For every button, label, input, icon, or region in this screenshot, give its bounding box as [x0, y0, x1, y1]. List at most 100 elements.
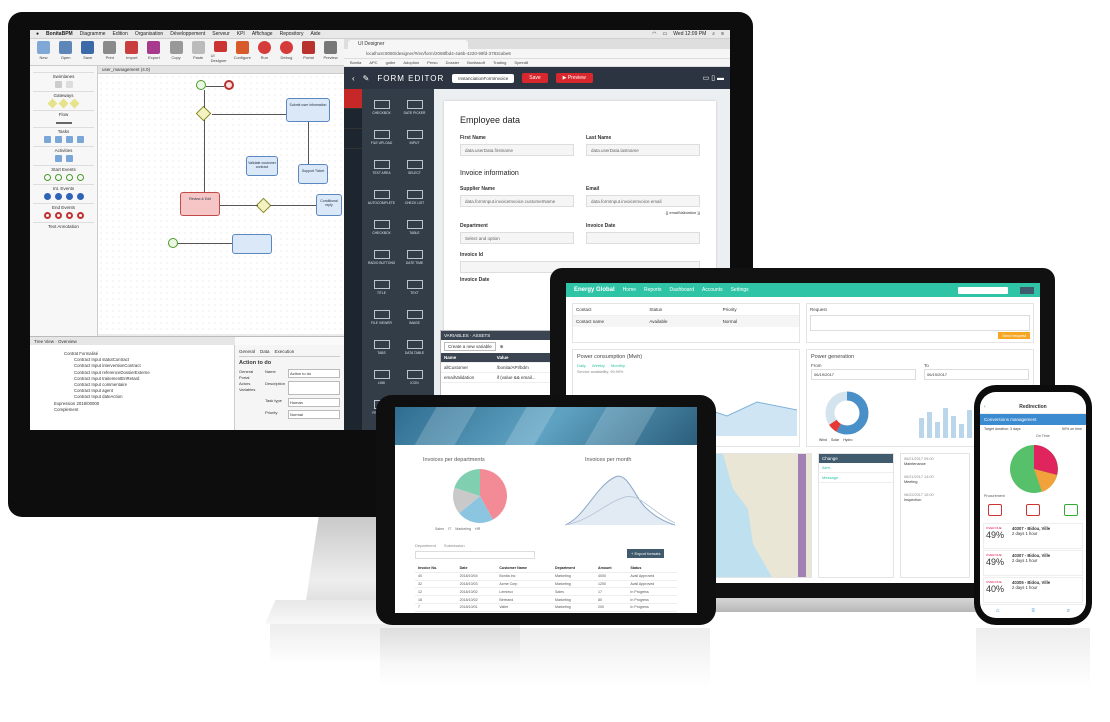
toolbar-import-button[interactable]: Import	[122, 41, 141, 63]
bpmn-task[interactable]: Submit user information	[286, 98, 330, 122]
gateway-icon[interactable]	[58, 98, 69, 109]
description-field[interactable]	[288, 381, 340, 395]
save-button[interactable]: Save	[522, 73, 548, 83]
widget-data-table[interactable]: DATA TABLE	[399, 333, 430, 361]
table-row[interactable]: 12 2018/10/02 Lemieux Sales 17 In Progress	[415, 587, 677, 597]
overview-tab[interactable]: Overview	[58, 339, 77, 344]
menu-aide[interactable]: Aide	[310, 31, 320, 37]
tree-view-tab[interactable]: Tree View	[34, 339, 54, 344]
toolbar-configure-button[interactable]: Configure	[233, 41, 252, 63]
bpmn-task[interactable]: Support Ticket	[298, 164, 328, 184]
wifi-icon[interactable]: ◠	[652, 31, 656, 37]
bookmark-item[interactable]: Speed8	[514, 60, 528, 65]
widget-date-picker[interactable]: DATE PICKER	[399, 93, 430, 121]
back-icon[interactable]: ‹	[984, 400, 986, 414]
nav-home[interactable]: Home	[623, 287, 636, 293]
intermediate-event-icon[interactable]	[76, 193, 84, 200]
task-type-select[interactable]: Human	[288, 398, 340, 407]
widget-tabs[interactable]: TABS	[366, 333, 397, 361]
widgets-tab-icon[interactable]	[344, 89, 362, 109]
tree-item[interactable]: Complement	[34, 407, 230, 413]
intermediate-event-icon[interactable]	[54, 193, 62, 200]
task-icon[interactable]	[43, 136, 51, 143]
nav-settings[interactable]: Settings	[731, 287, 749, 293]
col-header[interactable]: Status	[627, 565, 677, 573]
browser-tab-ui-designer[interactable]: UI Designer	[348, 40, 468, 49]
send-request-button[interactable]: Send request	[998, 332, 1030, 339]
from-date-input[interactable]: 06/19/2017	[811, 369, 916, 380]
start-event[interactable]	[196, 80, 206, 90]
menubar-clock[interactable]: Wed 12:09 PM	[673, 31, 706, 37]
toolbar-copy-button[interactable]: Copy	[166, 41, 185, 63]
to-date-input[interactable]: 06/19/2017	[924, 369, 1029, 380]
gateway[interactable]	[195, 105, 212, 122]
back-arrow-icon[interactable]: ‹	[352, 74, 355, 83]
table-row[interactable]: 7 2018/10/01 Vallet Marketing 200 In Progress	[415, 603, 677, 612]
menubar-app-name[interactable]: BonitaBPM	[46, 31, 73, 37]
toolbar-print-button[interactable]: Print	[100, 41, 119, 63]
filter-input[interactable]	[415, 551, 535, 559]
create-variable-button[interactable]: Create a new variable	[444, 342, 496, 351]
form-name-input[interactable]: InstanciationFormInvoice	[452, 73, 515, 83]
priority-select[interactable]: Normal	[288, 410, 340, 419]
toolbar-save-button[interactable]: Save	[78, 41, 97, 63]
variables-tab[interactable]: VARIABLES	[444, 333, 469, 338]
service-task-icon[interactable]	[65, 136, 73, 143]
apple-icon[interactable]: ●	[36, 31, 39, 37]
case-card[interactable]: OVER DUE 49% 40307 - Bidou, Ville 2 days 1…	[983, 523, 1083, 549]
gateway-icon[interactable]	[47, 98, 58, 109]
gateway[interactable]	[255, 197, 272, 214]
props-tab-execution[interactable]: Execution	[275, 349, 295, 354]
case-card[interactable]: OVER DUE 49% 40307 - Bidou, Ville 2 days 1…	[983, 550, 1083, 576]
widget-checkbox[interactable]: CHECKBOX	[366, 213, 397, 241]
email-input[interactable]: data.formInput.invoiceInvoice.email	[586, 195, 700, 207]
add-icon[interactable]: ⊕	[500, 344, 504, 350]
request-input[interactable]	[810, 315, 1030, 331]
start-event-icon[interactable]	[43, 174, 51, 181]
menu-edition[interactable]: Edition	[113, 31, 128, 37]
toolbar-export-button[interactable]: Export	[144, 41, 163, 63]
fragments-tab-icon[interactable]	[344, 109, 362, 129]
lane-icon[interactable]	[65, 81, 73, 88]
task-icon[interactable]	[1064, 504, 1078, 516]
props-side-variables[interactable]: Variables	[239, 387, 261, 393]
toolbar-portal-button[interactable]: Portal	[299, 41, 318, 63]
widget-icon[interactable]: ICON	[399, 363, 430, 391]
toolbar-paste-button[interactable]: Paste	[189, 41, 208, 63]
start-signal-icon[interactable]	[76, 174, 84, 181]
human-task-icon[interactable]	[54, 136, 62, 143]
widget-link[interactable]: LINK	[366, 363, 397, 391]
start-event[interactable]	[168, 238, 178, 248]
bookmark-item[interactable]: Bonitasoft	[467, 60, 485, 65]
widget-text-area[interactable]: TEXT AREA	[366, 153, 397, 181]
call-activity-icon[interactable]	[65, 155, 73, 162]
dashboard-brand[interactable]: Energy Global	[574, 287, 615, 293]
department-select[interactable]: Select and option	[460, 232, 574, 244]
col-header[interactable]: Department	[551, 565, 595, 573]
widget-check-list[interactable]: CHECK LIST	[399, 183, 430, 211]
supplier-name-input[interactable]: data.formInput.invoiceInvoice.customerNa…	[460, 195, 574, 207]
widget-file-viewer[interactable]: FILE VIEWER	[366, 303, 397, 331]
end-event[interactable]	[224, 80, 234, 90]
search-input[interactable]	[958, 286, 1008, 294]
toolbar-preview-button[interactable]: Preview	[321, 41, 340, 63]
toolbar-debug-button[interactable]: Debug	[277, 41, 296, 63]
search-tab-icon[interactable]: ⌕	[1067, 605, 1070, 618]
case-card[interactable]: OVER DUE 40% 40305 - Bidou, Ville 2 days 1…	[983, 577, 1083, 603]
menu-repository[interactable]: Repository	[280, 31, 304, 37]
toolbar-open-button[interactable]: Open	[56, 41, 75, 63]
bpmn-task[interactable]	[232, 234, 272, 254]
widget-image[interactable]: IMAGE	[399, 303, 430, 331]
toolbar-run-button[interactable]: Run	[255, 41, 274, 63]
last-name-input[interactable]: data.userData.lastname	[586, 144, 700, 156]
sequence-flow-icon[interactable]	[55, 122, 72, 124]
table-row[interactable]: 32 2018/10/03 Acme Corp Marketing 1200 Avail …	[415, 580, 677, 589]
toolbar-ui-designer-button[interactable]: UI Designer	[211, 41, 230, 63]
end-event-icon[interactable]	[54, 212, 62, 219]
bookmark-item[interactable]: Dossier	[446, 60, 460, 65]
col-header[interactable]: Invoice No.	[415, 565, 457, 573]
bookmark-item[interactable]: APC	[369, 60, 377, 65]
start-timer-icon[interactable]	[65, 174, 73, 181]
battery-icon[interactable]: ▭	[663, 31, 668, 37]
task-icon[interactable]	[1026, 504, 1040, 516]
